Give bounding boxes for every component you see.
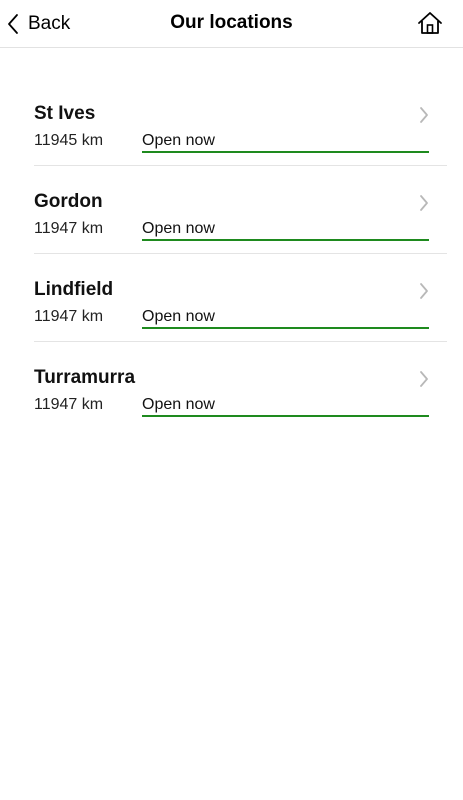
location-item[interactable]: Lindfield 11947 km Open now <box>34 254 447 342</box>
location-distance: 11947 km <box>34 220 104 237</box>
location-name: St Ives <box>34 103 96 124</box>
location-distance: 11947 km <box>34 308 104 325</box>
home-button[interactable] <box>417 10 445 38</box>
location-item[interactable]: Gordon 11947 km Open now <box>34 166 447 254</box>
chevron-right-icon <box>419 106 429 124</box>
home-icon <box>417 10 445 36</box>
chevron-right-icon <box>419 370 429 388</box>
location-status: Open now <box>142 396 429 417</box>
chevron-right-icon <box>419 282 429 300</box>
location-name: Gordon <box>34 191 103 212</box>
location-list: St Ives 11945 km Open now Gordon 11947 k… <box>0 78 463 430</box>
location-item[interactable]: Turramurra 11947 km Open now <box>34 342 447 430</box>
location-name: Lindfield <box>34 279 114 300</box>
location-status: Open now <box>142 308 429 329</box>
location-status: Open now <box>142 132 429 153</box>
page-title: Our locations <box>170 12 293 33</box>
location-status: Open now <box>142 220 429 241</box>
navigation-bar: Back Our locations <box>0 0 463 48</box>
location-distance: 11945 km <box>34 132 104 149</box>
location-item[interactable]: St Ives 11945 km Open now <box>34 78 447 166</box>
location-distance: 11947 km <box>34 396 104 413</box>
location-name: Turramurra <box>34 367 136 388</box>
chevron-right-icon <box>419 194 429 212</box>
